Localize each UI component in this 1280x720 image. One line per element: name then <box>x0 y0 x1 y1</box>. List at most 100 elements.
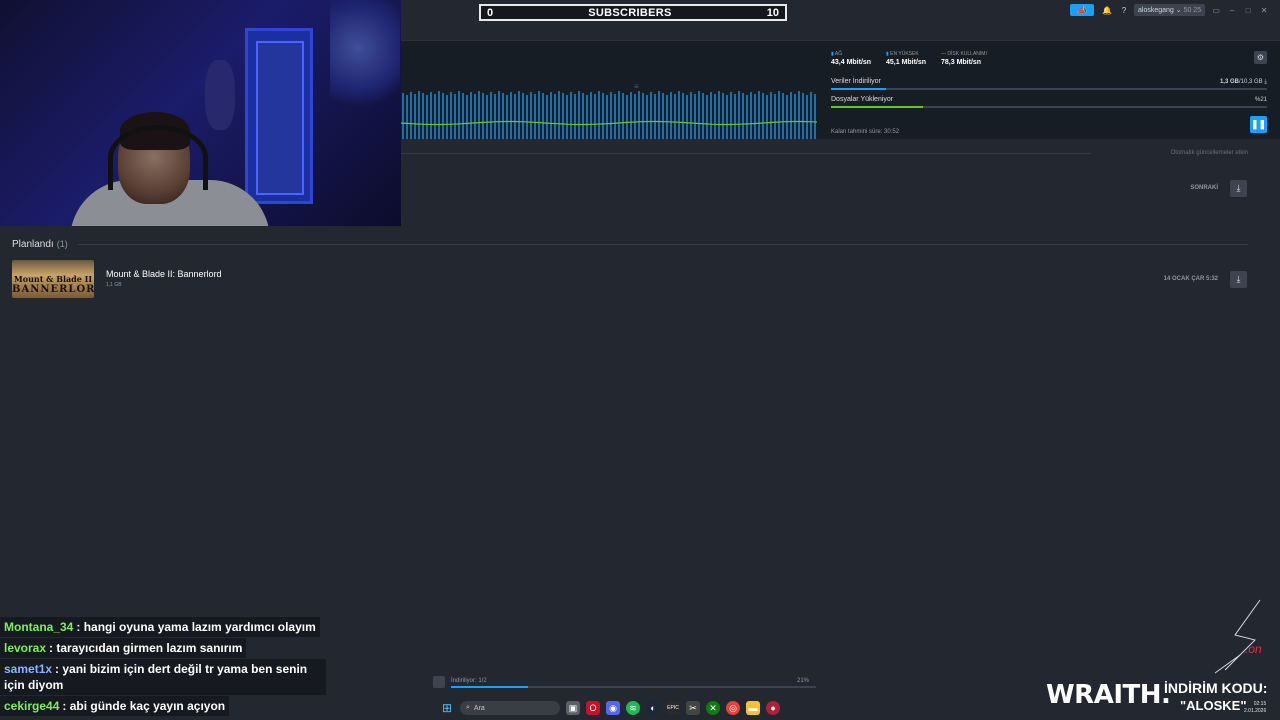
graph-bar <box>430 92 432 139</box>
epic-games-icon[interactable]: EPIC <box>666 701 680 715</box>
graph-bar <box>614 94 616 139</box>
taskbar-search[interactable]: ⌕ Ara <box>460 701 560 715</box>
install-label: Dosyalar Yükleniyor <box>831 96 894 103</box>
planned-section-header: Planlandı (1) <box>12 239 68 250</box>
graph-bar <box>674 94 676 139</box>
graph-bar <box>470 92 472 139</box>
graph-bar <box>618 91 620 139</box>
megaphone-icon[interactable]: 📣 <box>1070 4 1094 16</box>
graph-bar <box>482 93 484 139</box>
chat-username[interactable]: levorax <box>4 641 46 655</box>
graph-bar <box>414 94 416 139</box>
game-row-bannerlord[interactable]: Mount & Blade II BANNERLORD Mount & Blad… <box>12 260 1248 298</box>
chat-text: : tarayıcıdan girmen lazım sanırım <box>49 641 243 655</box>
graph-bar <box>522 93 524 139</box>
disk-legend: — DİSK KULLANIMI 78,3 Mbit/sn <box>941 51 987 66</box>
help-button[interactable]: ? <box>1120 4 1128 16</box>
graph-bar <box>566 95 568 139</box>
graph-bar <box>750 92 752 139</box>
graph-bar <box>754 94 756 139</box>
download-graph-panel: ≡ ▮ AĞ 43,4 Mbit/sn ▮ EN YÜKSEK 45,1 Mbi… <box>401 40 1280 139</box>
graph-bar <box>546 95 548 139</box>
graph-bar <box>630 92 632 139</box>
chrome-icon[interactable]: ◎ <box>726 701 740 715</box>
graph-bar <box>450 92 452 139</box>
status-progress-fill <box>451 686 528 688</box>
close-icon[interactable]: ✕ <box>1259 6 1269 15</box>
graph-bar <box>670 92 672 139</box>
graph-bar <box>582 93 584 139</box>
file-explorer-icon[interactable]: ▬ <box>746 701 760 715</box>
graph-bar <box>586 95 588 139</box>
graph-bar <box>678 91 680 139</box>
graph-bar <box>646 95 648 139</box>
graph-bar <box>454 94 456 139</box>
graph-bar <box>542 93 544 139</box>
subscriber-label: SUBSCRIBERS <box>588 6 672 19</box>
discord-icon[interactable]: ◉ <box>606 701 620 715</box>
opera-icon[interactable]: O <box>586 701 600 715</box>
graph-bar <box>578 91 580 139</box>
game-title[interactable]: Mount & Blade II: Bannerlord <box>106 269 222 279</box>
download-button-next[interactable]: ⤓ <box>1230 180 1247 197</box>
minimize-icon[interactable]: – <box>1227 6 1237 15</box>
discount-code-title: İNDİRİM KODU: <box>1164 680 1268 696</box>
peak-value: 45,1 Mbit/sn <box>886 59 927 66</box>
graph-bar <box>746 95 748 139</box>
graph-bar <box>778 91 780 139</box>
pause-button[interactable]: ❚❚ <box>1250 116 1267 133</box>
discount-code-value: "ALOSKE" <box>1180 698 1247 713</box>
graph-bar <box>706 95 708 139</box>
download-stats: ▮ AĞ 43,4 Mbit/sn ▮ EN YÜKSEK 45,1 Mbit/… <box>831 49 1271 139</box>
monitor-icon[interactable]: ▭ <box>1211 6 1221 15</box>
status-percent: 21% <box>797 678 810 684</box>
graph-bar <box>742 93 744 139</box>
chat-username[interactable]: Montana_34 <box>4 620 73 634</box>
capcut-icon[interactable]: ✂ <box>686 701 700 715</box>
search-placeholder: Ara <box>473 704 485 712</box>
graph-bar <box>466 95 468 139</box>
graph-bar <box>782 93 784 139</box>
download-progress-fill <box>831 88 886 90</box>
network-legend-icon: ▮ <box>831 51 834 57</box>
status-progress-track <box>451 686 816 688</box>
windows-taskbar: ⊞ ⌕ Ara ▣ O ◉ ≋ ◐ EPIC ✂ ✕ ◎ ▬ ● <box>440 697 840 719</box>
graph-bar <box>802 93 804 139</box>
graph-bar <box>694 94 696 139</box>
graph-bar <box>718 91 720 139</box>
graph-bar <box>698 91 700 139</box>
graph-bar <box>526 95 528 139</box>
maximize-icon[interactable]: □ <box>1243 6 1253 15</box>
graph-bar <box>762 93 764 139</box>
chat-username[interactable]: samet1x <box>4 662 52 676</box>
task-view-icon[interactable]: ▣ <box>566 701 580 715</box>
graph-bar <box>442 93 444 139</box>
graph-bar <box>502 93 504 139</box>
clock-time: 02:15 <box>1253 701 1267 707</box>
webcam-overlay <box>0 0 401 226</box>
graph-bar <box>574 94 576 139</box>
gear-icon[interactable]: ⚙ <box>1254 51 1267 64</box>
stream-chat: Montana_34: hangi oyuna yama lazım yardı… <box>0 617 330 717</box>
game-icon <box>433 676 445 688</box>
download-status-bar[interactable]: İndiriliyor: 1/2 21% <box>401 676 821 690</box>
disk-value: 78,3 Mbit/sn <box>941 59 982 66</box>
download-button-game[interactable]: ⤓ <box>1230 271 1247 288</box>
graph-bar <box>498 91 500 139</box>
steam-icon[interactable]: ◐ <box>646 701 660 715</box>
graph-bar <box>494 94 496 139</box>
account-menu[interactable]: aloskegang ⌄ 50 25 <box>1134 4 1206 16</box>
drag-handle-icon[interactable]: ≡ <box>634 83 646 91</box>
game-thumbnail[interactable]: Mount & Blade II BANNERLORD <box>12 260 94 298</box>
xbox-icon[interactable]: ✕ <box>706 701 720 715</box>
bell-icon[interactable]: 🔔 <box>1100 4 1114 16</box>
windows-start-icon[interactable]: ⊞ <box>440 701 454 715</box>
spotify-icon[interactable]: ≋ <box>626 701 640 715</box>
graph-bar <box>558 91 560 139</box>
wallet-balance: 50 25 <box>1183 6 1202 14</box>
graph-bar <box>530 92 532 139</box>
chat-username[interactable]: cekirge44 <box>4 699 59 713</box>
app-icon[interactable]: ● <box>766 701 780 715</box>
subscriber-goal: 10 <box>766 6 779 19</box>
graph-bar <box>478 91 480 139</box>
